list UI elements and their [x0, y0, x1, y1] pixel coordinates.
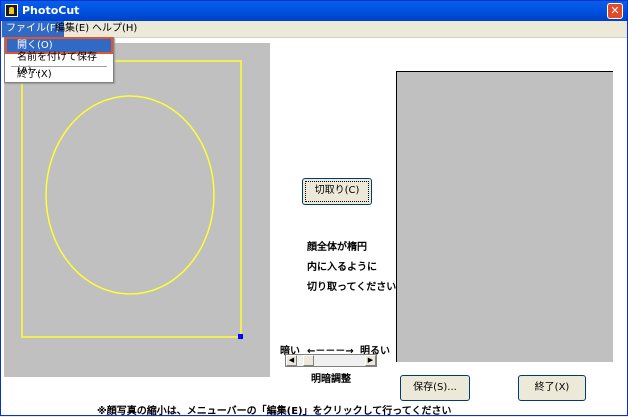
crop-frame[interactable] [21, 60, 242, 338]
app-icon [5, 4, 18, 17]
brightness-caption: 明暗調整 [311, 374, 351, 385]
menu-help[interactable]: ヘルプ(H) [88, 21, 141, 37]
crop-guide-overlay [21, 60, 243, 339]
cropped-preview-panel [396, 71, 613, 362]
scroll-left-arrow-icon[interactable]: ◀ [286, 355, 297, 366]
footer-note: ※顔写真の縮小は、メニューバーの「編集(E)」をクリックして行ってください [97, 406, 452, 417]
exit-button[interactable]: 終了(X) [518, 375, 586, 401]
app-window: PhotoCut ✕ ファイル(F) 編集(E) ヘルプ(H) 切取り(C) 顔… [0, 0, 628, 417]
slider-thumb[interactable] [303, 355, 314, 366]
close-button[interactable]: ✕ [607, 3, 623, 19]
menu-separator [11, 66, 107, 67]
window-title: PhotoCut [22, 4, 80, 17]
brightness-slider[interactable]: ◀ ▶ [285, 354, 377, 367]
cut-button[interactable]: 切取り(C) [302, 178, 372, 205]
instruction-line-1: 顔全体が楕円 [307, 242, 367, 253]
resize-handle[interactable] [238, 334, 243, 339]
title-bar[interactable]: PhotoCut ✕ [1, 1, 627, 21]
menu-item-save-as[interactable]: 名前を付けて保存(A)... [7, 51, 111, 76]
instruction-line-3: 切り取ってください [307, 282, 397, 293]
instruction-line-2: 内に入るように [307, 262, 377, 273]
menu-item-exit[interactable]: 終了(X) [7, 68, 111, 81]
source-image-panel[interactable] [4, 43, 270, 377]
file-dropdown-menu: 開く(O) 名前を付けて保存(A)... 終了(X) [4, 37, 114, 83]
scroll-right-arrow-icon[interactable]: ▶ [365, 355, 376, 366]
face-guide-ellipse [45, 95, 215, 295]
menu-bar: ファイル(F) 編集(E) ヘルプ(H) [1, 21, 627, 38]
menu-edit[interactable]: 編集(E) [51, 21, 93, 37]
save-button[interactable]: 保存(S)... [400, 375, 470, 401]
